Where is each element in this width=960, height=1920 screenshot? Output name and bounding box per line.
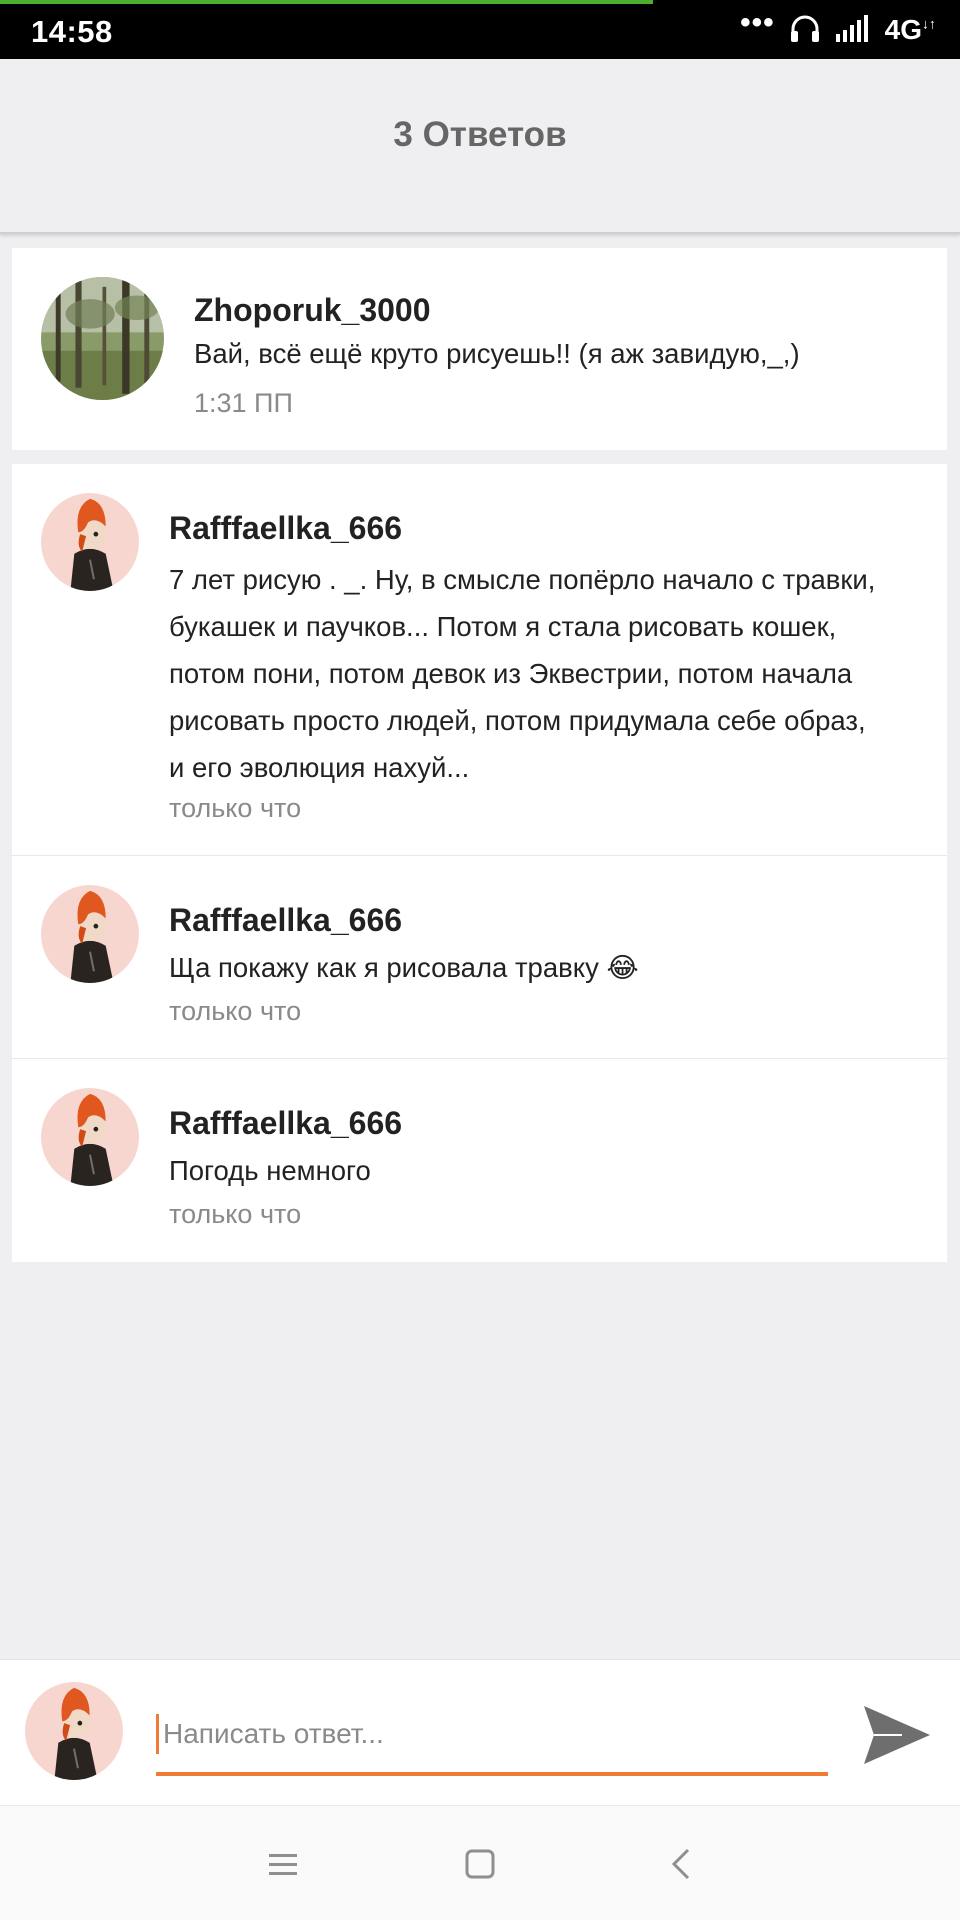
status-icons: ••• 4G↓↑ [740, 6, 936, 48]
menu-icon [269, 1854, 297, 1875]
comment-text: 7 лет рисую . _. Ну, в смысле попёрло на… [169, 556, 875, 791]
status-time: 14:58 [31, 14, 113, 49]
network-type-label: 4G [884, 14, 922, 45]
list-item[interactable]: Rafffaellka_666 7 лет рисую . _. Ну, в с… [12, 464, 947, 855]
back-icon [671, 1848, 690, 1880]
comment-text: Вай, всё ещё круто рисуешь!! (я аж завид… [194, 338, 800, 369]
back-button[interactable] [662, 1844, 702, 1884]
menu-button[interactable] [263, 1844, 303, 1884]
headphones-icon [789, 13, 821, 48]
app-root: 14:58 ••• 4G↓↑ 3 Ответов Zhoporuk_3000 В… [0, 0, 960, 1920]
comment-author[interactable]: Rafffaellka_666 [169, 902, 402, 939]
status-bar: 14:58 ••• 4G↓↑ [0, 0, 960, 59]
comment-text-line: букашек и паучков... Потом я стала рисов… [169, 611, 837, 642]
parent-comment-card: Zhoporuk_3000 Вай, всё ещё круто рисуешь… [12, 248, 947, 450]
avatar[interactable] [41, 493, 139, 591]
home-button[interactable] [460, 1844, 500, 1884]
page-header: 3 Ответов [0, 59, 960, 234]
comment-time: 1:31 ПП [194, 388, 293, 418]
system-nav-bar [0, 1805, 960, 1920]
avatar [25, 1682, 123, 1780]
network-type: 4G↓↑ [885, 14, 936, 46]
comment-author[interactable]: Rafffaellka_666 [169, 1105, 402, 1142]
comment-text-line: и его эволюция нахуй... [169, 752, 470, 783]
comment-author[interactable]: Rafffaellka_666 [169, 510, 402, 547]
send-icon [864, 1706, 930, 1764]
avatar[interactable] [41, 277, 164, 400]
loading-progress-bar [0, 0, 653, 4]
comment-author[interactable]: Zhoporuk_3000 [194, 292, 431, 329]
avatar[interactable] [41, 885, 139, 983]
send-button[interactable] [862, 1700, 932, 1770]
page-title: 3 Ответов [393, 115, 567, 154]
comment-text: Погодь немного [169, 1155, 371, 1186]
comment-text-line: рисовать просто людей, потом придумала с… [169, 705, 866, 736]
reply-composer [0, 1659, 960, 1805]
reply-input[interactable] [156, 1714, 828, 1754]
signal-icon [835, 14, 871, 47]
comment-time: только что [169, 1199, 302, 1229]
home-icon [465, 1849, 495, 1879]
reply-input-underline [156, 1772, 828, 1776]
list-item[interactable]: Rafffaellka_666 Погодь немного только чт… [12, 1059, 947, 1262]
network-activity: ↓↑ [922, 15, 936, 32]
replies-card: Rafffaellka_666 7 лет рисую . _. Ну, в с… [12, 464, 947, 1262]
comment-time: только что [169, 996, 302, 1026]
avatar[interactable] [41, 1088, 139, 1186]
comment-text-line: 7 лет рисую . _. Ну, в смысле попёрло на… [169, 564, 876, 595]
notification-dots: ••• [740, 6, 775, 39]
list-item[interactable]: Rafffaellka_666 Ща покажу как я рисовала… [12, 856, 947, 1058]
comment-text-line: потом пони, потом девок из Эквестрии, по… [169, 658, 853, 689]
comment-text: Ща покажу как я рисовала травку 😂 [169, 952, 639, 983]
comment-time: только что [169, 793, 302, 823]
